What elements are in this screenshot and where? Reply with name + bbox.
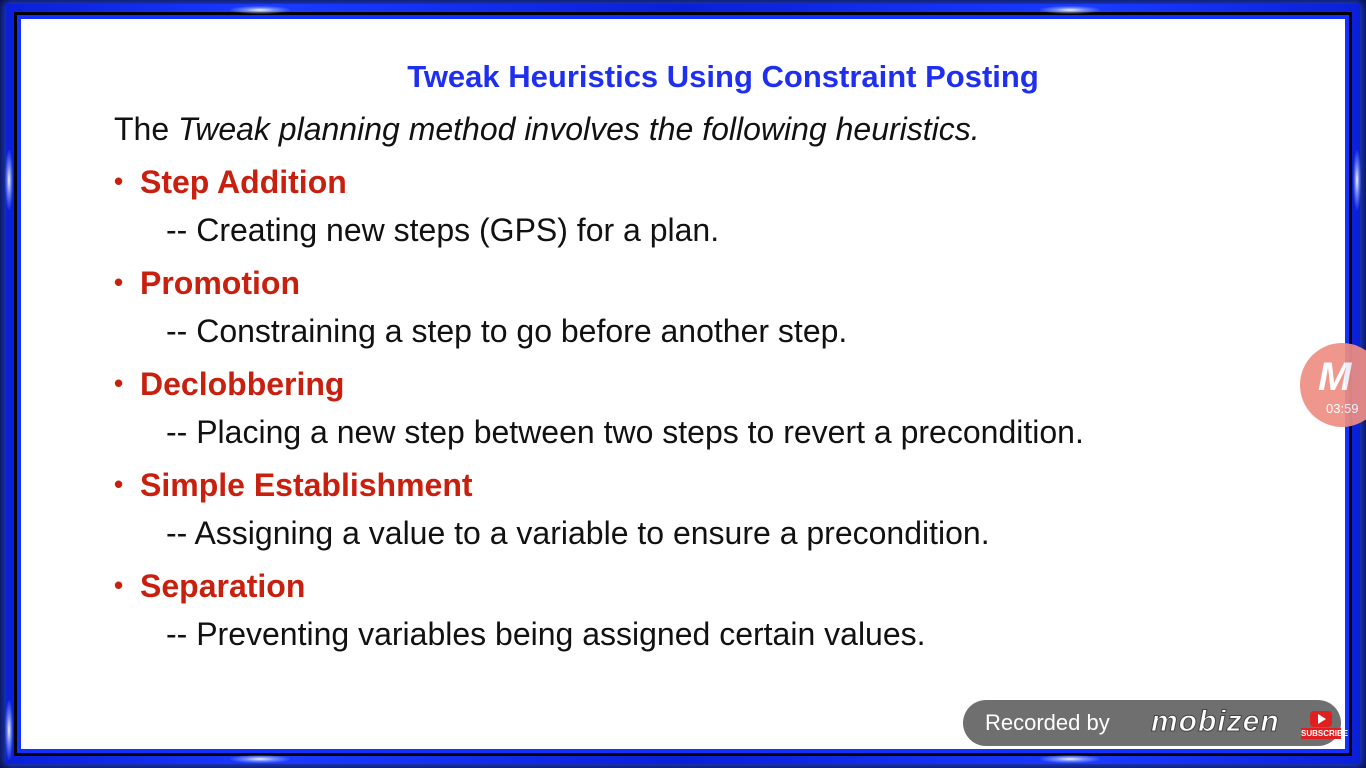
- intro-plain-text: The: [114, 111, 179, 147]
- heuristic-heading: Step Addition: [140, 164, 347, 200]
- bullet-icon: •: [114, 469, 124, 499]
- slide: Tweak Heuristics Using Constraint Postin…: [21, 19, 1345, 749]
- video-frame: Tweak Heuristics Using Constraint Postin…: [0, 0, 1366, 768]
- border-sparkle: [1040, 6, 1100, 14]
- mobizen-brand-logo: mobizen: [1151, 705, 1280, 739]
- heuristic-heading: Simple Establishment: [140, 467, 473, 503]
- border-sparkle: [230, 6, 290, 14]
- recording-timer: 03:59: [1326, 401, 1359, 416]
- heuristic-heading: Promotion: [140, 265, 300, 301]
- bullet-icon: •: [114, 166, 124, 196]
- bullet-icon: •: [114, 368, 124, 398]
- mobizen-logo-icon: M: [1318, 355, 1352, 399]
- slide-intro: The Tweak planning method involves the f…: [114, 111, 980, 148]
- bullet-icon: •: [114, 267, 124, 297]
- heuristic-heading: Separation: [140, 568, 306, 604]
- heuristic-description: -- Assigning a value to a variable to en…: [166, 515, 990, 551]
- border-sparkle: [5, 700, 13, 760]
- border-sparkle: [1353, 150, 1361, 210]
- border-sparkle: [5, 150, 13, 210]
- heuristic-heading: Declobbering: [140, 366, 345, 402]
- border-sparkle: [1040, 755, 1100, 763]
- heuristic-description: -- Creating new steps (GPS) for a plan.: [166, 212, 720, 248]
- intro-italic-text: Tweak planning method involves the follo…: [178, 111, 980, 147]
- heuristic-description: -- Placing a new step between two steps …: [166, 414, 1084, 450]
- youtube-play-icon: [1310, 711, 1332, 727]
- heuristic-description: -- Preventing variables being assigned c…: [166, 616, 926, 652]
- slide-title: Tweak Heuristics Using Constraint Postin…: [407, 59, 1039, 94]
- heuristic-description: -- Constraining a step to go before anot…: [166, 313, 848, 349]
- border-sparkle: [230, 755, 290, 763]
- recorded-by-watermark: Recorded by mobizen: [963, 700, 1341, 746]
- subscribe-label: SUBSCRIBE: [1301, 728, 1349, 739]
- recorded-by-label: Recorded by: [985, 710, 1110, 735]
- subscribe-button[interactable]: SUBSCRIBE: [1301, 711, 1349, 741]
- bullet-icon: •: [114, 570, 124, 600]
